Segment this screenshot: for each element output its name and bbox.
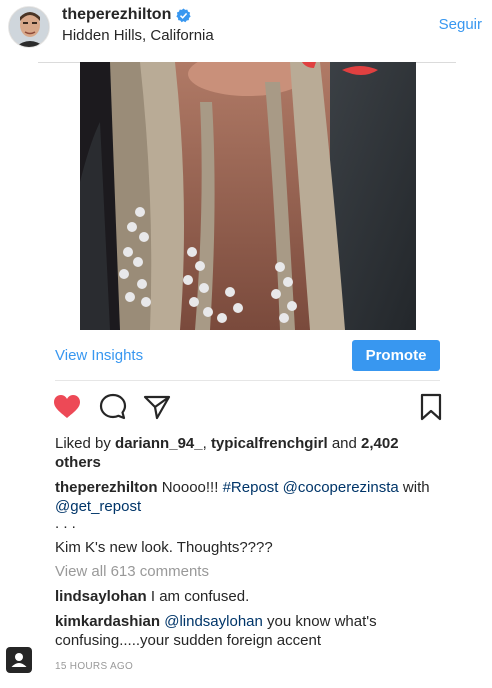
comment-item: lindsaylohan I am confused.: [55, 587, 440, 606]
caption-dots: . . .: [55, 515, 76, 532]
follow-button[interactable]: Seguir: [439, 16, 482, 33]
post-header: theperezhilton Hidden Hills, California …: [0, 0, 492, 62]
likes-separator: ,: [202, 435, 207, 452]
avatar[interactable]: [8, 6, 50, 48]
tagged-people-button[interactable]: [6, 647, 32, 673]
likes-prefix: Liked by: [55, 435, 111, 452]
view-all-comments-link[interactable]: View all 613 comments: [55, 562, 440, 581]
verified-badge-icon: [176, 7, 191, 22]
insights-bar: View Insights Promote: [55, 340, 440, 372]
actions-divider: [55, 380, 440, 381]
likes-and: and: [331, 435, 357, 452]
action-bar: [52, 392, 444, 424]
username-row: theperezhilton: [62, 6, 191, 24]
likes-others[interactable]: others: [55, 454, 101, 471]
caption-text: Noooo!!!: [161, 479, 219, 496]
caption-mention-1[interactable]: @cocoperezinsta: [283, 479, 399, 496]
post-username[interactable]: theperezhilton: [62, 6, 171, 24]
caption-with: with: [402, 479, 430, 496]
comment-item: kimkardashian @lindsaylohan you know wha…: [55, 612, 440, 650]
share-icon[interactable]: [142, 392, 172, 422]
caption-author[interactable]: theperezhilton: [55, 479, 158, 496]
likes-line: Liked by dariann_94_, typicalfrenchgirl …: [55, 434, 440, 472]
post-image: [80, 62, 416, 330]
profile-icon: [11, 653, 27, 667]
avatar-image: [9, 7, 49, 47]
comment-text: I am confused.: [150, 588, 250, 605]
view-insights-link[interactable]: View Insights: [55, 347, 143, 364]
liker-2[interactable]: typicalfrenchgirl: [211, 435, 328, 452]
comment-author[interactable]: lindsaylohan: [55, 588, 147, 605]
promote-button[interactable]: Promote: [352, 340, 440, 371]
caption-mention-2[interactable]: @get_repost: [55, 498, 141, 515]
likes-count[interactable]: 2,402: [361, 435, 399, 452]
comment-author[interactable]: kimkardashian: [55, 613, 160, 630]
heart-filled-icon[interactable]: [52, 392, 82, 422]
comment-icon[interactable]: [98, 392, 128, 422]
liker-1[interactable]: dariann_94_: [115, 435, 203, 452]
post-timestamp[interactable]: 15 hours ago: [55, 657, 440, 676]
post-location[interactable]: Hidden Hills, California: [62, 27, 214, 44]
bookmark-icon[interactable]: [416, 392, 446, 422]
caption: theperezhilton Noooo!!! #Repost @cocoper…: [55, 478, 440, 516]
post-photo[interactable]: [80, 62, 416, 330]
caption-line-2: Kim K's new look. Thoughts????: [55, 539, 273, 556]
comment-mention[interactable]: @lindsaylohan: [164, 613, 263, 630]
caption-hashtag[interactable]: #Repost: [223, 479, 279, 496]
